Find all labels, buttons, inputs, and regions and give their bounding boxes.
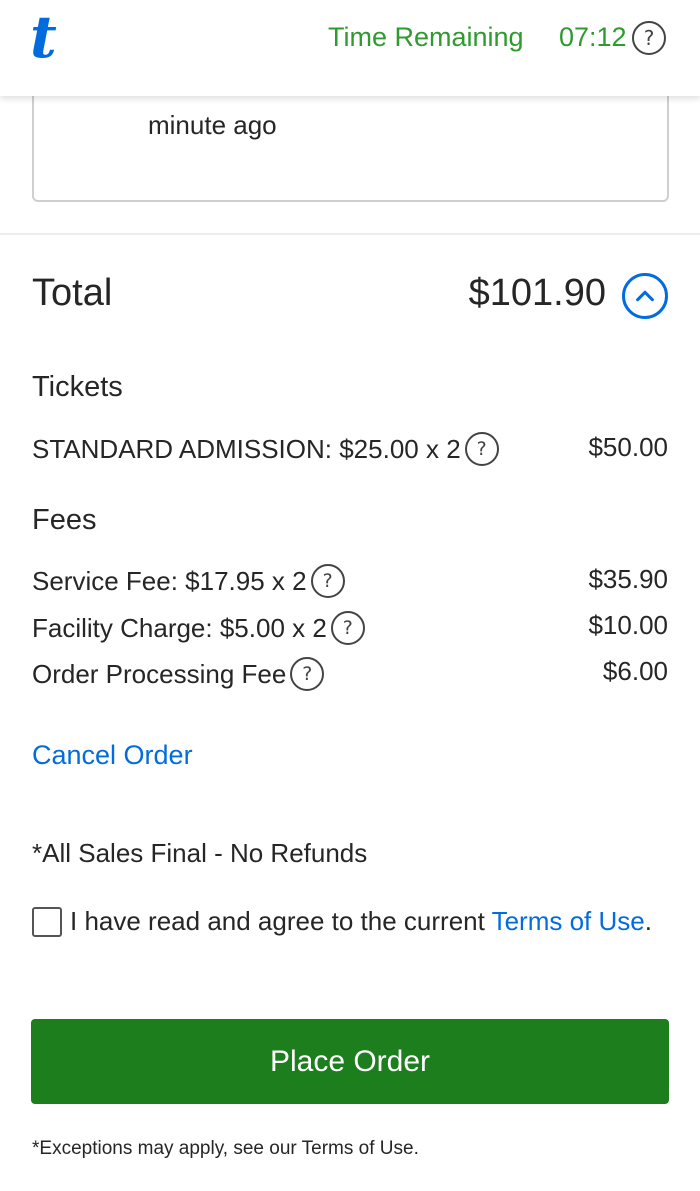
fee-line-label: Facility Charge: $5.00 x 2 ? xyxy=(32,611,365,645)
fee-line-amount: $35.90 xyxy=(588,564,668,594)
exceptions-footnote: *Exceptions may apply, see our Terms of … xyxy=(32,1138,419,1159)
agree-terms-text: I have read and agree to the current xyxy=(70,906,492,936)
notice-text: minute ago xyxy=(148,110,277,140)
ticketmaster-logo[interactable]: t xyxy=(30,8,57,66)
terms-of-use-link[interactable]: Terms of Use xyxy=(492,906,645,936)
ticket-line-label: STANDARD ADMISSION: $25.00 x 2 ? xyxy=(32,432,499,466)
question-circle-icon[interactable]: ? xyxy=(310,564,345,598)
ticket-line-amount: $50.00 xyxy=(588,432,668,462)
fee-line-text: Facility Charge: $5.00 x 2 xyxy=(32,612,327,643)
sales-final-notice: *All Sales Final - No Refunds xyxy=(32,838,368,868)
place-order-button[interactable]: Place Order xyxy=(31,1019,669,1104)
question-circle-icon[interactable]: ? xyxy=(464,432,499,466)
divider xyxy=(0,233,700,235)
fee-line-amount: $6.00 xyxy=(602,656,668,686)
tickets-title: Tickets xyxy=(32,371,123,403)
fees-title: Fees xyxy=(32,504,97,536)
fee-line-text: Order Processing Fee xyxy=(32,658,287,689)
header: t Time Remaining 07:12 ? xyxy=(0,0,700,96)
cancel-order-link[interactable]: Cancel Order xyxy=(32,740,193,771)
agree-terms-checkbox[interactable] xyxy=(32,907,62,937)
timer-value: 07:12 xyxy=(559,22,627,52)
fee-line-label: Order Processing Fee ? xyxy=(32,657,325,691)
timer-label: Time Remaining xyxy=(328,22,524,52)
fee-line-amount: $10.00 xyxy=(588,610,668,640)
question-circle-icon[interactable]: ? xyxy=(290,657,325,691)
question-circle-icon[interactable]: ? xyxy=(330,611,365,645)
chevron-up-icon xyxy=(636,290,654,302)
fee-line-label: Service Fee: $17.95 x 2 ? xyxy=(32,564,345,598)
ticket-line-text: STANDARD ADMISSION: $25.00 x 2 xyxy=(32,433,461,464)
collapse-summary-button[interactable] xyxy=(622,273,668,319)
question-circle-icon[interactable]: ? xyxy=(632,21,666,55)
agree-terms-period: . xyxy=(644,906,652,936)
total-label: Total xyxy=(32,272,113,314)
fee-line-text: Service Fee: $17.95 x 2 xyxy=(32,565,307,596)
agree-terms-label: I have read and agree to the current Ter… xyxy=(70,903,670,939)
total-value: $101.90 xyxy=(468,272,606,314)
